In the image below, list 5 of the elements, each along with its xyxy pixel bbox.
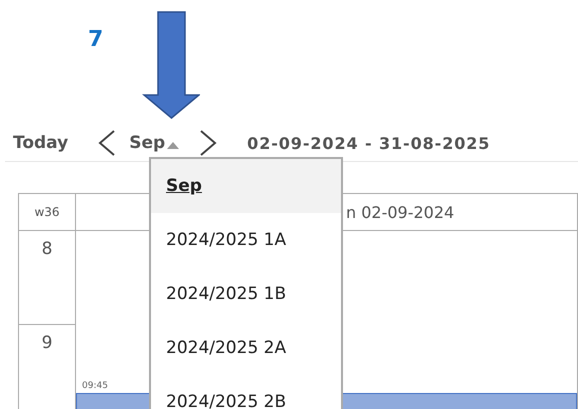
hour-label: 8 bbox=[19, 231, 76, 325]
event-time: 09:45 bbox=[82, 381, 108, 391]
step-number: 7 bbox=[88, 27, 104, 52]
week-number: w36 bbox=[19, 194, 76, 231]
date-range: 02-09-2024 - 31-08-2025 bbox=[247, 134, 490, 152]
